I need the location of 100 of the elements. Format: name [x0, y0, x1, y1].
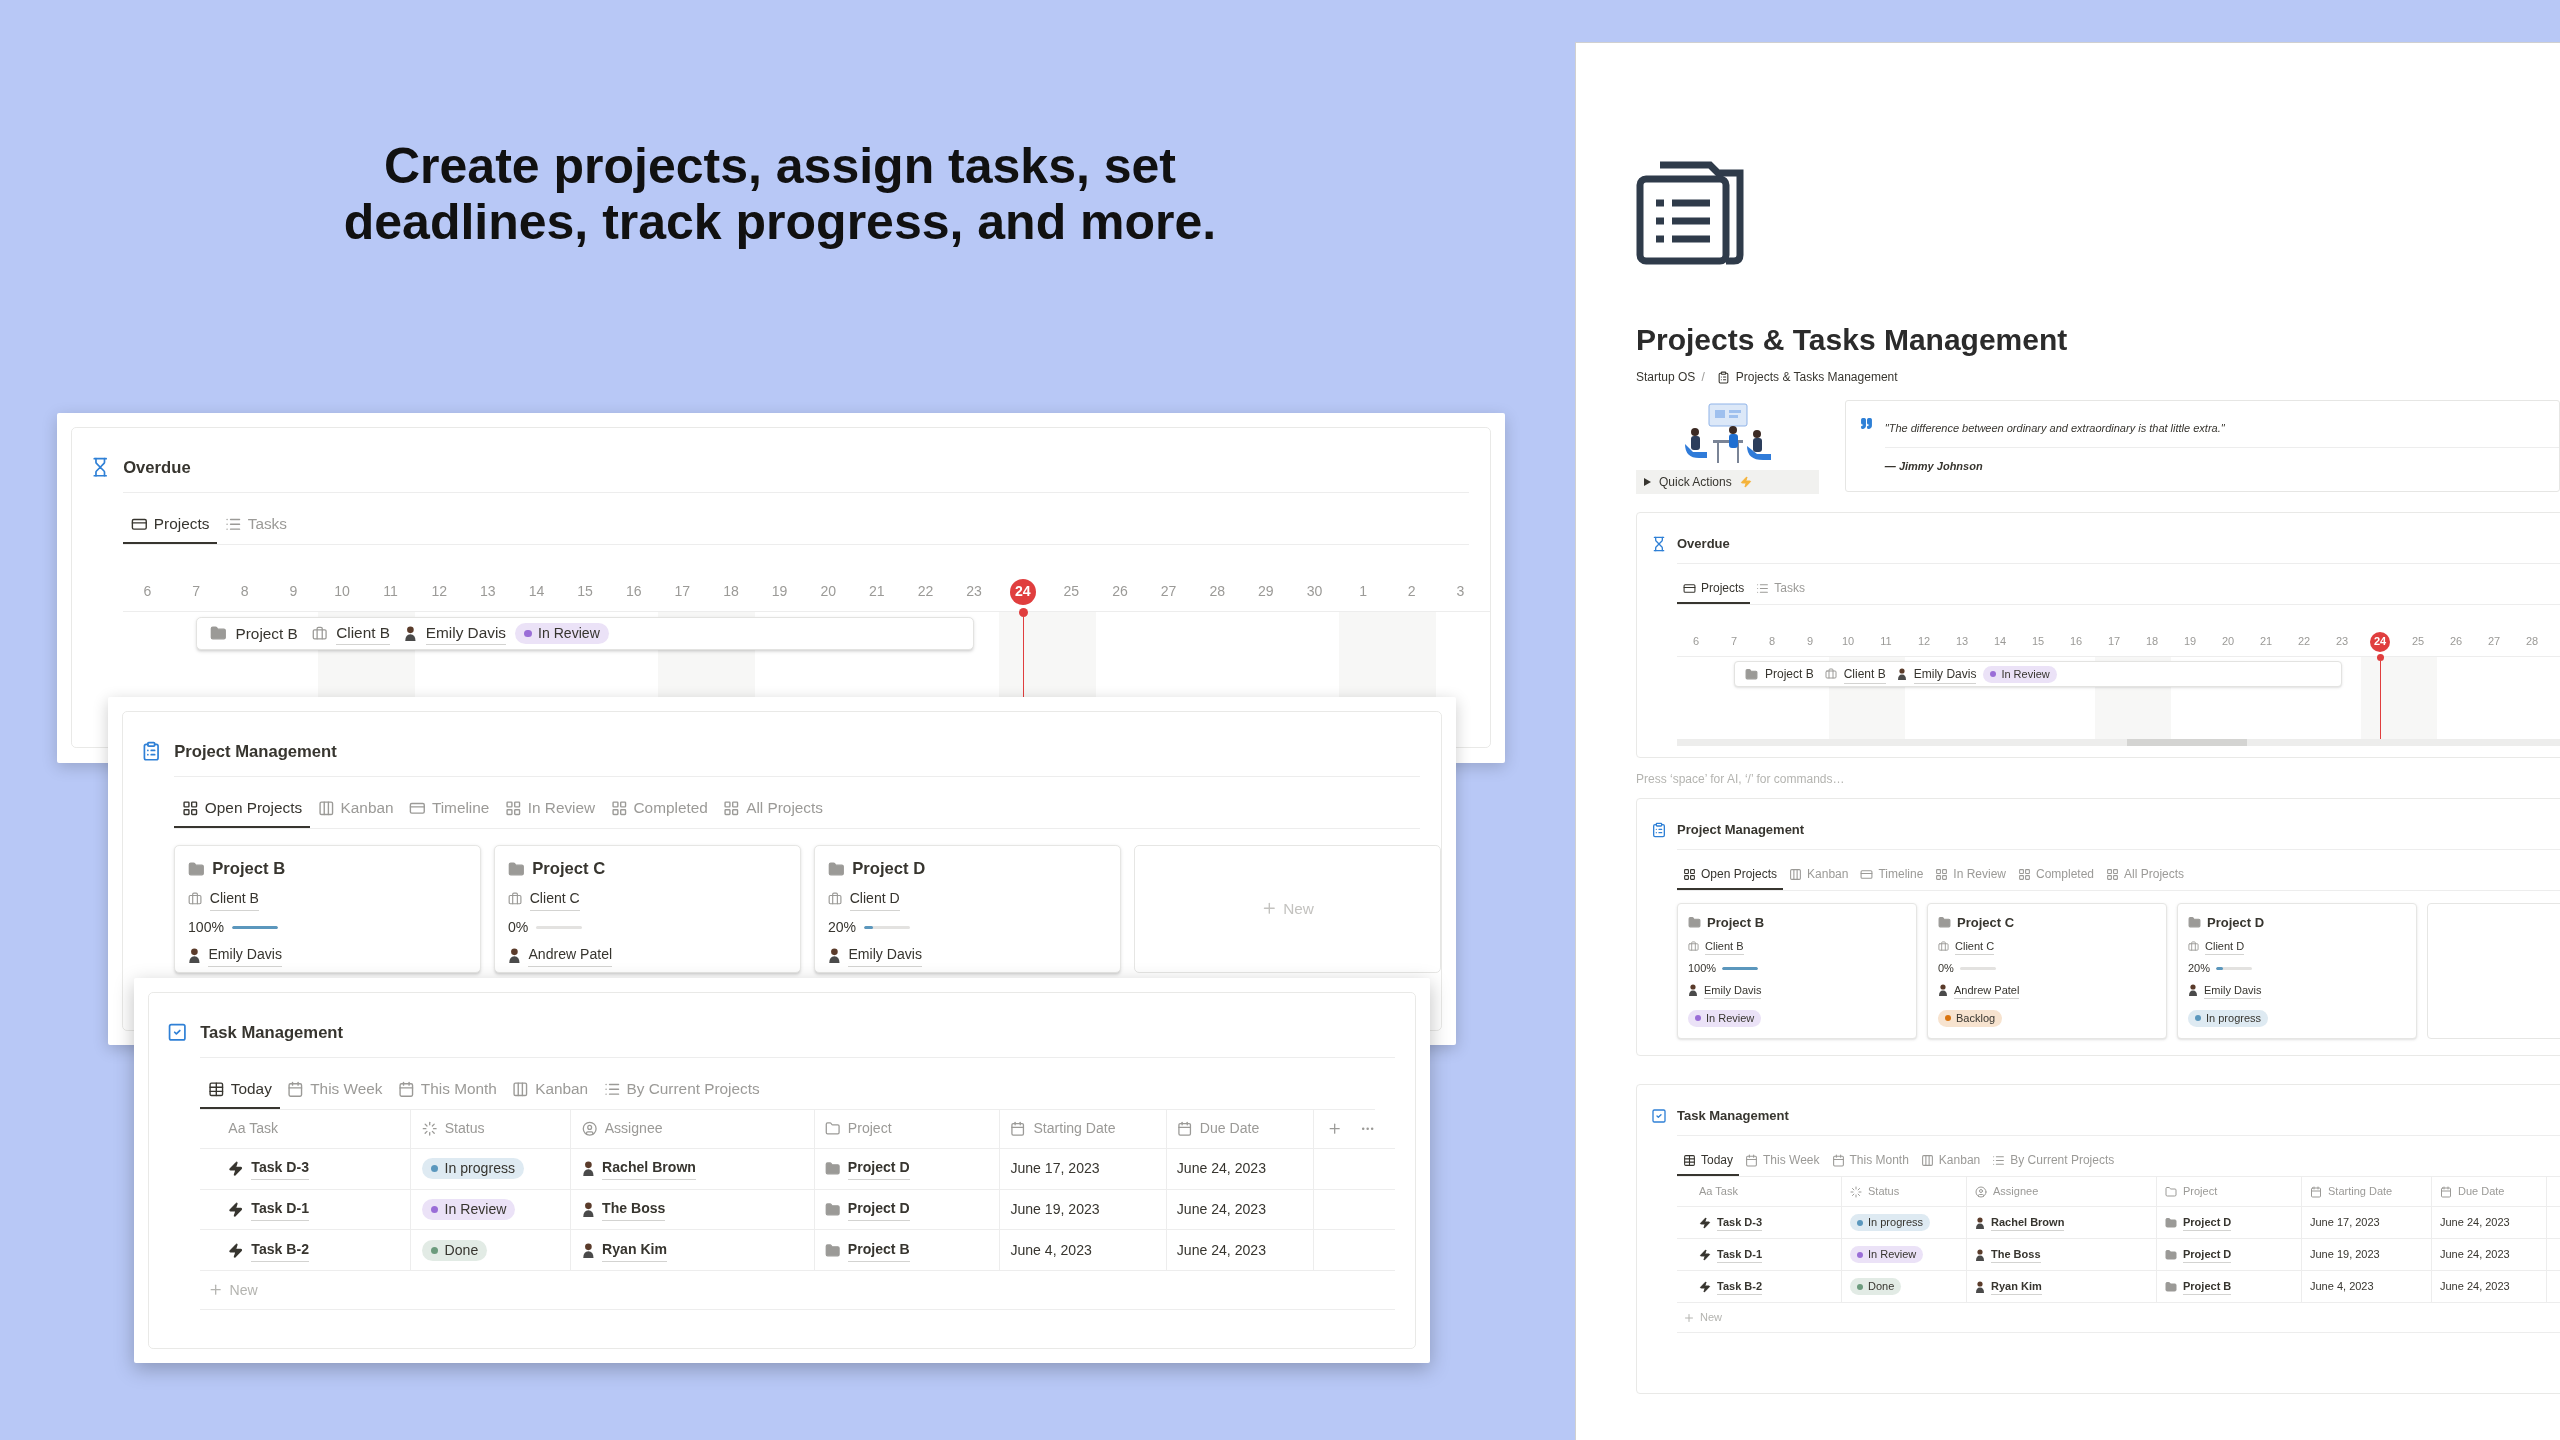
task-name[interactable]: Task D-1 — [251, 1198, 309, 1221]
view-tab[interactable]: In Review — [497, 789, 603, 829]
status-label: In progress — [444, 1158, 516, 1178]
grid-icon — [610, 799, 628, 817]
day-number: 12 — [1917, 634, 1931, 650]
person-icon — [581, 1160, 595, 1177]
view-tab[interactable]: By Current Projects — [595, 1070, 768, 1110]
column-header[interactable]: Starting Date — [2328, 1183, 2393, 1200]
task-name[interactable]: Task D-3 — [251, 1157, 309, 1180]
column-header[interactable]: Project — [847, 1118, 892, 1140]
view-tab[interactable]: All Projects — [2100, 860, 2191, 890]
timeline-bar[interactable]: Project B Client B Emily Davis In Review — [196, 616, 975, 651]
quick-actions-label: Quick Actions — [1659, 474, 1732, 491]
column-header[interactable]: Aa Task — [1699, 1183, 1738, 1200]
view-tab[interactable]: Kanban — [504, 1070, 596, 1110]
timeline-bar[interactable]: Project B Client B Emily Davis In Review — [1734, 661, 2342, 687]
day-number: 6 — [143, 582, 152, 602]
day-number: 8 — [240, 582, 249, 602]
task-name[interactable]: Task B-2 — [1717, 1277, 1763, 1296]
task-name[interactable]: Task D-3 — [1717, 1213, 1763, 1232]
view-tab[interactable]: Timeline — [1854, 860, 1930, 890]
block-title: Project Management — [174, 742, 337, 762]
view-tab[interactable]: Kanban — [309, 789, 402, 829]
columns-icon — [512, 1080, 529, 1098]
column-header[interactable]: Starting Date — [1033, 1118, 1116, 1140]
view-tab[interactable]: Tasks — [1750, 574, 1812, 604]
view-tab[interactable]: Completed — [2012, 860, 2101, 890]
breadcrumb-link[interactable]: Projects & Tasks Management — [1735, 368, 1898, 386]
add-card[interactable]: New — [1134, 844, 1441, 973]
status-label: In progress — [2206, 1010, 2262, 1026]
breadcrumb-link[interactable]: Startup OS — [1636, 368, 1696, 386]
day-number: 16 — [625, 582, 642, 602]
day-number: 19 — [2183, 634, 2197, 650]
assignee-name: Emily Davis — [2204, 981, 2262, 999]
add-column-icon[interactable] — [1326, 1121, 1342, 1137]
scrollbar[interactable] — [1677, 739, 2560, 746]
task-name[interactable]: Task D-1 — [1717, 1245, 1763, 1264]
column-header[interactable]: Due Date — [1199, 1118, 1260, 1140]
day-number: 14 — [528, 582, 545, 602]
person-icon — [581, 1242, 595, 1259]
briefcase-icon — [507, 892, 523, 907]
view-tab[interactable]: Kanban — [1914, 1146, 1987, 1176]
view-tab[interactable]: This Month — [1825, 1146, 1915, 1176]
view-tab[interactable]: This Month — [390, 1070, 505, 1110]
user-circle-icon — [581, 1121, 597, 1137]
view-tab[interactable]: Timeline — [401, 789, 498, 829]
client-name: Client B — [1705, 937, 1744, 955]
view-tab[interactable]: Open Projects — [1677, 860, 1784, 890]
project-card[interactable]: Project D Client D 20% Emily Davis — [814, 844, 1122, 973]
assignee-name: Andrew Patel — [528, 944, 613, 967]
view-tab[interactable]: Today — [200, 1070, 280, 1110]
calendar-icon — [2310, 1185, 2322, 1198]
view-tab[interactable]: Projects — [1677, 574, 1751, 604]
page-title: Projects & Tasks Management — [1636, 322, 2069, 358]
column-header[interactable]: Status — [1868, 1183, 1900, 1200]
day-number: 21 — [2259, 634, 2273, 650]
folder-icon — [2165, 1280, 2177, 1293]
view-tab[interactable]: All Projects — [715, 789, 831, 829]
start-date: June 19, 2023 — [2310, 1247, 2380, 1263]
project-card[interactable]: Project D Client D 20% Emily Davis In progress — [2177, 903, 2417, 1039]
view-tab[interactable]: In Review — [1929, 860, 2012, 890]
view-tab[interactable]: This Week — [279, 1070, 391, 1110]
quote-author: — Jimmy Johnson — [1884, 459, 1984, 474]
new-row-button[interactable]: New — [1700, 1309, 1722, 1326]
status-label: In Review — [2001, 666, 2050, 682]
column-header[interactable]: Due Date — [2458, 1183, 2505, 1200]
day-number: 10 — [1841, 634, 1855, 650]
start-date: June 17, 2023 — [1010, 1159, 1100, 1178]
project-name: Project B — [1765, 666, 1814, 683]
view-tab[interactable]: Completed — [602, 789, 716, 829]
view-tab[interactable]: Today — [1677, 1146, 1740, 1176]
column-header[interactable]: Assignee — [604, 1118, 663, 1140]
column-header[interactable]: Assignee — [1993, 1183, 2039, 1200]
view-tab[interactable]: Projects — [123, 505, 217, 545]
view-tab[interactable]: Kanban — [1783, 860, 1855, 890]
project-card[interactable]: Project C Client C 0% Andrew Patel — [494, 844, 802, 973]
view-tab[interactable]: Open Projects — [174, 789, 310, 829]
column-header[interactable]: Aa Task — [228, 1118, 279, 1140]
project-card[interactable]: Project B Client B 100% Emily Davis — [174, 844, 482, 973]
project-name: Project D — [2183, 1213, 2232, 1232]
day-number: 18 — [723, 582, 739, 602]
lightning-icon — [1699, 1248, 1711, 1261]
view-tab[interactable]: Tasks — [217, 505, 295, 545]
project-card[interactable]: Project C Client C 0% Andrew Patel Backlog — [1927, 903, 2167, 1039]
clipboard-icon — [1651, 821, 1667, 838]
new-row-button[interactable]: New — [229, 1279, 258, 1301]
assignee-name: Emily Davis — [1704, 981, 1762, 999]
view-tab[interactable]: This Week — [1739, 1146, 1826, 1176]
today-date: 24 — [2370, 631, 2390, 652]
task-name[interactable]: Task B-2 — [251, 1239, 309, 1262]
assignee-name: Rachel Brown — [1991, 1213, 2065, 1232]
view-tab[interactable]: By Current Projects — [1986, 1146, 2121, 1176]
project-card[interactable]: Project B Client B 100% Emily Davis In Review — [1677, 903, 1917, 1039]
quick-actions-toggle[interactable]: Quick Actions — [1636, 470, 1819, 494]
column-header[interactable]: Project — [2183, 1183, 2218, 1200]
card-icon — [1860, 867, 1874, 881]
folder-icon — [2188, 916, 2201, 930]
column-header[interactable]: Status — [444, 1118, 485, 1140]
toggle-arrow-icon — [1644, 478, 1651, 486]
folder-icon — [209, 625, 227, 642]
